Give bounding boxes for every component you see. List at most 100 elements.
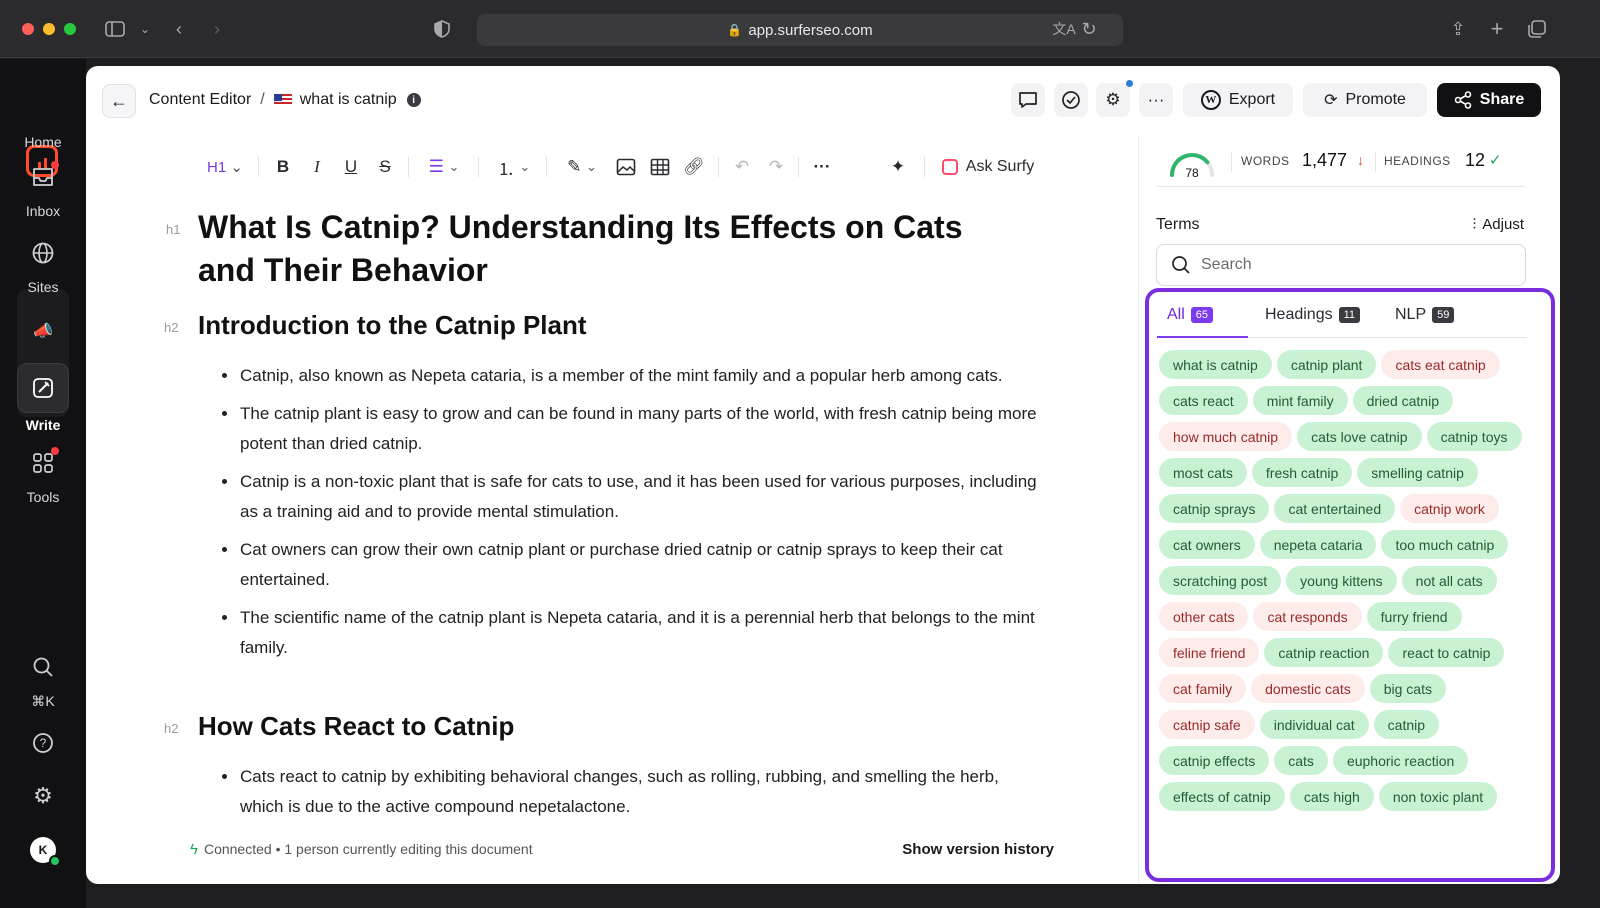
term-chip[interactable]: feline friend <box>1159 638 1260 667</box>
list-item[interactable]: Catnip is a non-toxic plant that is safe… <box>222 467 1042 527</box>
share-button[interactable]: Share <box>1437 83 1541 117</box>
reload-icon[interactable]: ↻ <box>1077 17 1101 41</box>
sidebar-item-inbox[interactable]: Inbox <box>0 155 86 219</box>
term-chip[interactable]: catnip sprays <box>1159 494 1270 523</box>
chevron-down-icon[interactable]: ⌄ <box>133 17 157 41</box>
term-chip[interactable]: furry friend <box>1366 602 1462 631</box>
tab-headings[interactable]: Headings 11 <box>1265 306 1361 324</box>
bold-icon[interactable]: B <box>272 152 294 182</box>
term-chip[interactable]: catnip toys <box>1426 422 1522 451</box>
term-chip[interactable]: catnip <box>1373 710 1440 739</box>
more-options-button[interactable]: ··· <box>1139 83 1173 117</box>
term-chip[interactable]: catnip plant <box>1276 350 1377 379</box>
sidebar-item-home[interactable]: Home <box>0 130 86 150</box>
breadcrumb-content-editor[interactable]: Content Editor <box>149 91 251 109</box>
italic-icon[interactable]: I <box>306 152 328 182</box>
term-chip[interactable]: catnip safe <box>1159 710 1255 739</box>
heading-dropdown[interactable]: H1 ⌄ <box>202 152 248 182</box>
more-horizontal-icon[interactable]: ··· <box>810 152 834 182</box>
sidebar-item-tools[interactable]: Tools <box>0 441 86 505</box>
settings-toggle-button[interactable]: ⚙ <box>1096 80 1133 117</box>
term-chip[interactable]: scratching post <box>1159 566 1282 595</box>
undo-icon[interactable]: ↶ <box>730 152 754 182</box>
term-chip[interactable]: individual cat <box>1259 710 1369 739</box>
document-body[interactable]: h1 What Is Catnip? Understanding Its Eff… <box>86 196 1136 836</box>
maximize-window-button[interactable] <box>64 23 76 35</box>
section-heading-react[interactable]: How Cats React to Catnip <box>198 711 514 742</box>
tab-nlp[interactable]: NLP 59 <box>1395 306 1455 324</box>
highlight-dropdown[interactable]: ✎ ⌄ <box>560 152 604 182</box>
sidebar-item-megaphone[interactable]: 📣 <box>0 309 86 353</box>
close-window-button[interactable] <box>22 23 34 35</box>
term-chip[interactable]: cat owners <box>1159 530 1255 559</box>
list-item[interactable]: The catnip plant is easy to grow and can… <box>222 399 1042 459</box>
link-icon[interactable]: 🔗︎ <box>682 152 706 182</box>
term-chip[interactable]: what is catnip <box>1159 350 1272 379</box>
table-icon[interactable] <box>648 152 672 182</box>
list-dropdown[interactable]: ⒈ ⌄ <box>492 152 536 182</box>
help-button[interactable]: ? <box>0 721 86 765</box>
settings-button[interactable]: ⚙ <box>0 774 86 818</box>
term-chip[interactable]: cat family <box>1159 674 1247 703</box>
bullet-list-react[interactable]: Cats react to catnip by exhibiting behav… <box>222 762 1042 830</box>
shield-icon[interactable] <box>430 17 454 41</box>
term-chip[interactable]: too much catnip <box>1381 530 1509 559</box>
sparkle-icon[interactable]: ✦ <box>886 152 910 182</box>
comments-button[interactable] <box>1011 83 1045 117</box>
tab-overview-icon[interactable] <box>1525 17 1549 41</box>
share-sheet-icon[interactable]: ⇪ <box>1446 17 1470 41</box>
term-chip[interactable]: young kittens <box>1286 566 1397 595</box>
ask-surfy-button[interactable]: Ask Surfy <box>938 152 1038 182</box>
term-chip[interactable]: catnip work <box>1400 494 1499 523</box>
strikethrough-icon[interactable]: S <box>374 152 396 182</box>
term-chip[interactable]: dried catnip <box>1352 386 1453 415</box>
document-h1[interactable]: What Is Catnip? Understanding Its Effect… <box>198 206 1018 292</box>
translate-icon[interactable]: 文A <box>1052 17 1076 41</box>
term-chip[interactable]: react to catnip <box>1388 638 1505 667</box>
term-chip[interactable]: cats eat catnip <box>1381 350 1500 379</box>
content-score-gauge[interactable]: 78 <box>1167 148 1217 184</box>
minimize-window-button[interactable] <box>43 23 55 35</box>
list-item[interactable]: Catnip, also known as Nepeta cataria, is… <box>222 361 1042 391</box>
underline-icon[interactable]: U <box>340 152 362 182</box>
list-item[interactable]: Cat owners can grow their own catnip pla… <box>222 535 1042 595</box>
search-nav-button[interactable]: ⌘K <box>0 645 86 710</box>
new-tab-icon[interactable]: + <box>1485 16 1509 41</box>
document-title[interactable]: what is catnip <box>300 91 397 109</box>
info-icon[interactable]: i <box>406 93 421 107</box>
term-chip[interactable]: other cats <box>1159 602 1249 631</box>
term-chip[interactable]: euphoric reaction <box>1332 746 1469 775</box>
bullet-list-intro[interactable]: Catnip, also known as Nepeta cataria, is… <box>222 361 1042 671</box>
list-item[interactable]: Cats react to catnip by exhibiting behav… <box>222 762 1042 822</box>
term-chip[interactable]: nepeta cataria <box>1259 530 1377 559</box>
term-chip[interactable]: not all cats <box>1401 566 1497 595</box>
sidebar-item-sites[interactable]: Sites <box>0 231 86 295</box>
term-chip[interactable]: cat entertained <box>1274 494 1396 523</box>
search-input[interactable] <box>1201 256 1501 274</box>
avatar[interactable]: K <box>30 837 61 867</box>
url-bar[interactable]: 🔒 app.surferseo.com <box>477 14 1123 46</box>
term-chip[interactable]: catnip reaction <box>1264 638 1384 667</box>
term-chip[interactable]: how much catnip <box>1159 422 1293 451</box>
forward-nav-icon[interactable]: › <box>205 17 229 41</box>
terms-search[interactable] <box>1156 244 1526 286</box>
term-chip[interactable]: smelling catnip <box>1357 458 1478 487</box>
term-chip[interactable]: cats <box>1274 746 1328 775</box>
term-chip[interactable]: cats react <box>1159 386 1248 415</box>
sidebar-toggle-icon[interactable] <box>103 17 127 41</box>
term-chip[interactable]: domestic cats <box>1251 674 1365 703</box>
check-button[interactable] <box>1054 83 1088 117</box>
term-chip[interactable]: most cats <box>1159 458 1247 487</box>
term-chip[interactable]: fresh catnip <box>1251 458 1353 487</box>
redo-icon[interactable]: ↷ <box>764 152 788 182</box>
term-chip[interactable]: non toxic plant <box>1378 782 1498 811</box>
adjust-button[interactable]: ⫶ Adjust <box>1473 216 1524 233</box>
term-chip[interactable]: big cats <box>1369 674 1446 703</box>
term-chip[interactable]: cat responds <box>1253 602 1362 631</box>
tab-all[interactable]: All 65 <box>1167 306 1214 324</box>
image-icon[interactable] <box>614 152 638 182</box>
sidebar-item-write[interactable]: Write <box>0 363 86 433</box>
align-dropdown[interactable]: ☰ ⌄ <box>422 152 466 182</box>
term-chip[interactable]: catnip effects <box>1159 746 1270 775</box>
section-heading-intro[interactable]: Introduction to the Catnip Plant <box>198 310 587 341</box>
